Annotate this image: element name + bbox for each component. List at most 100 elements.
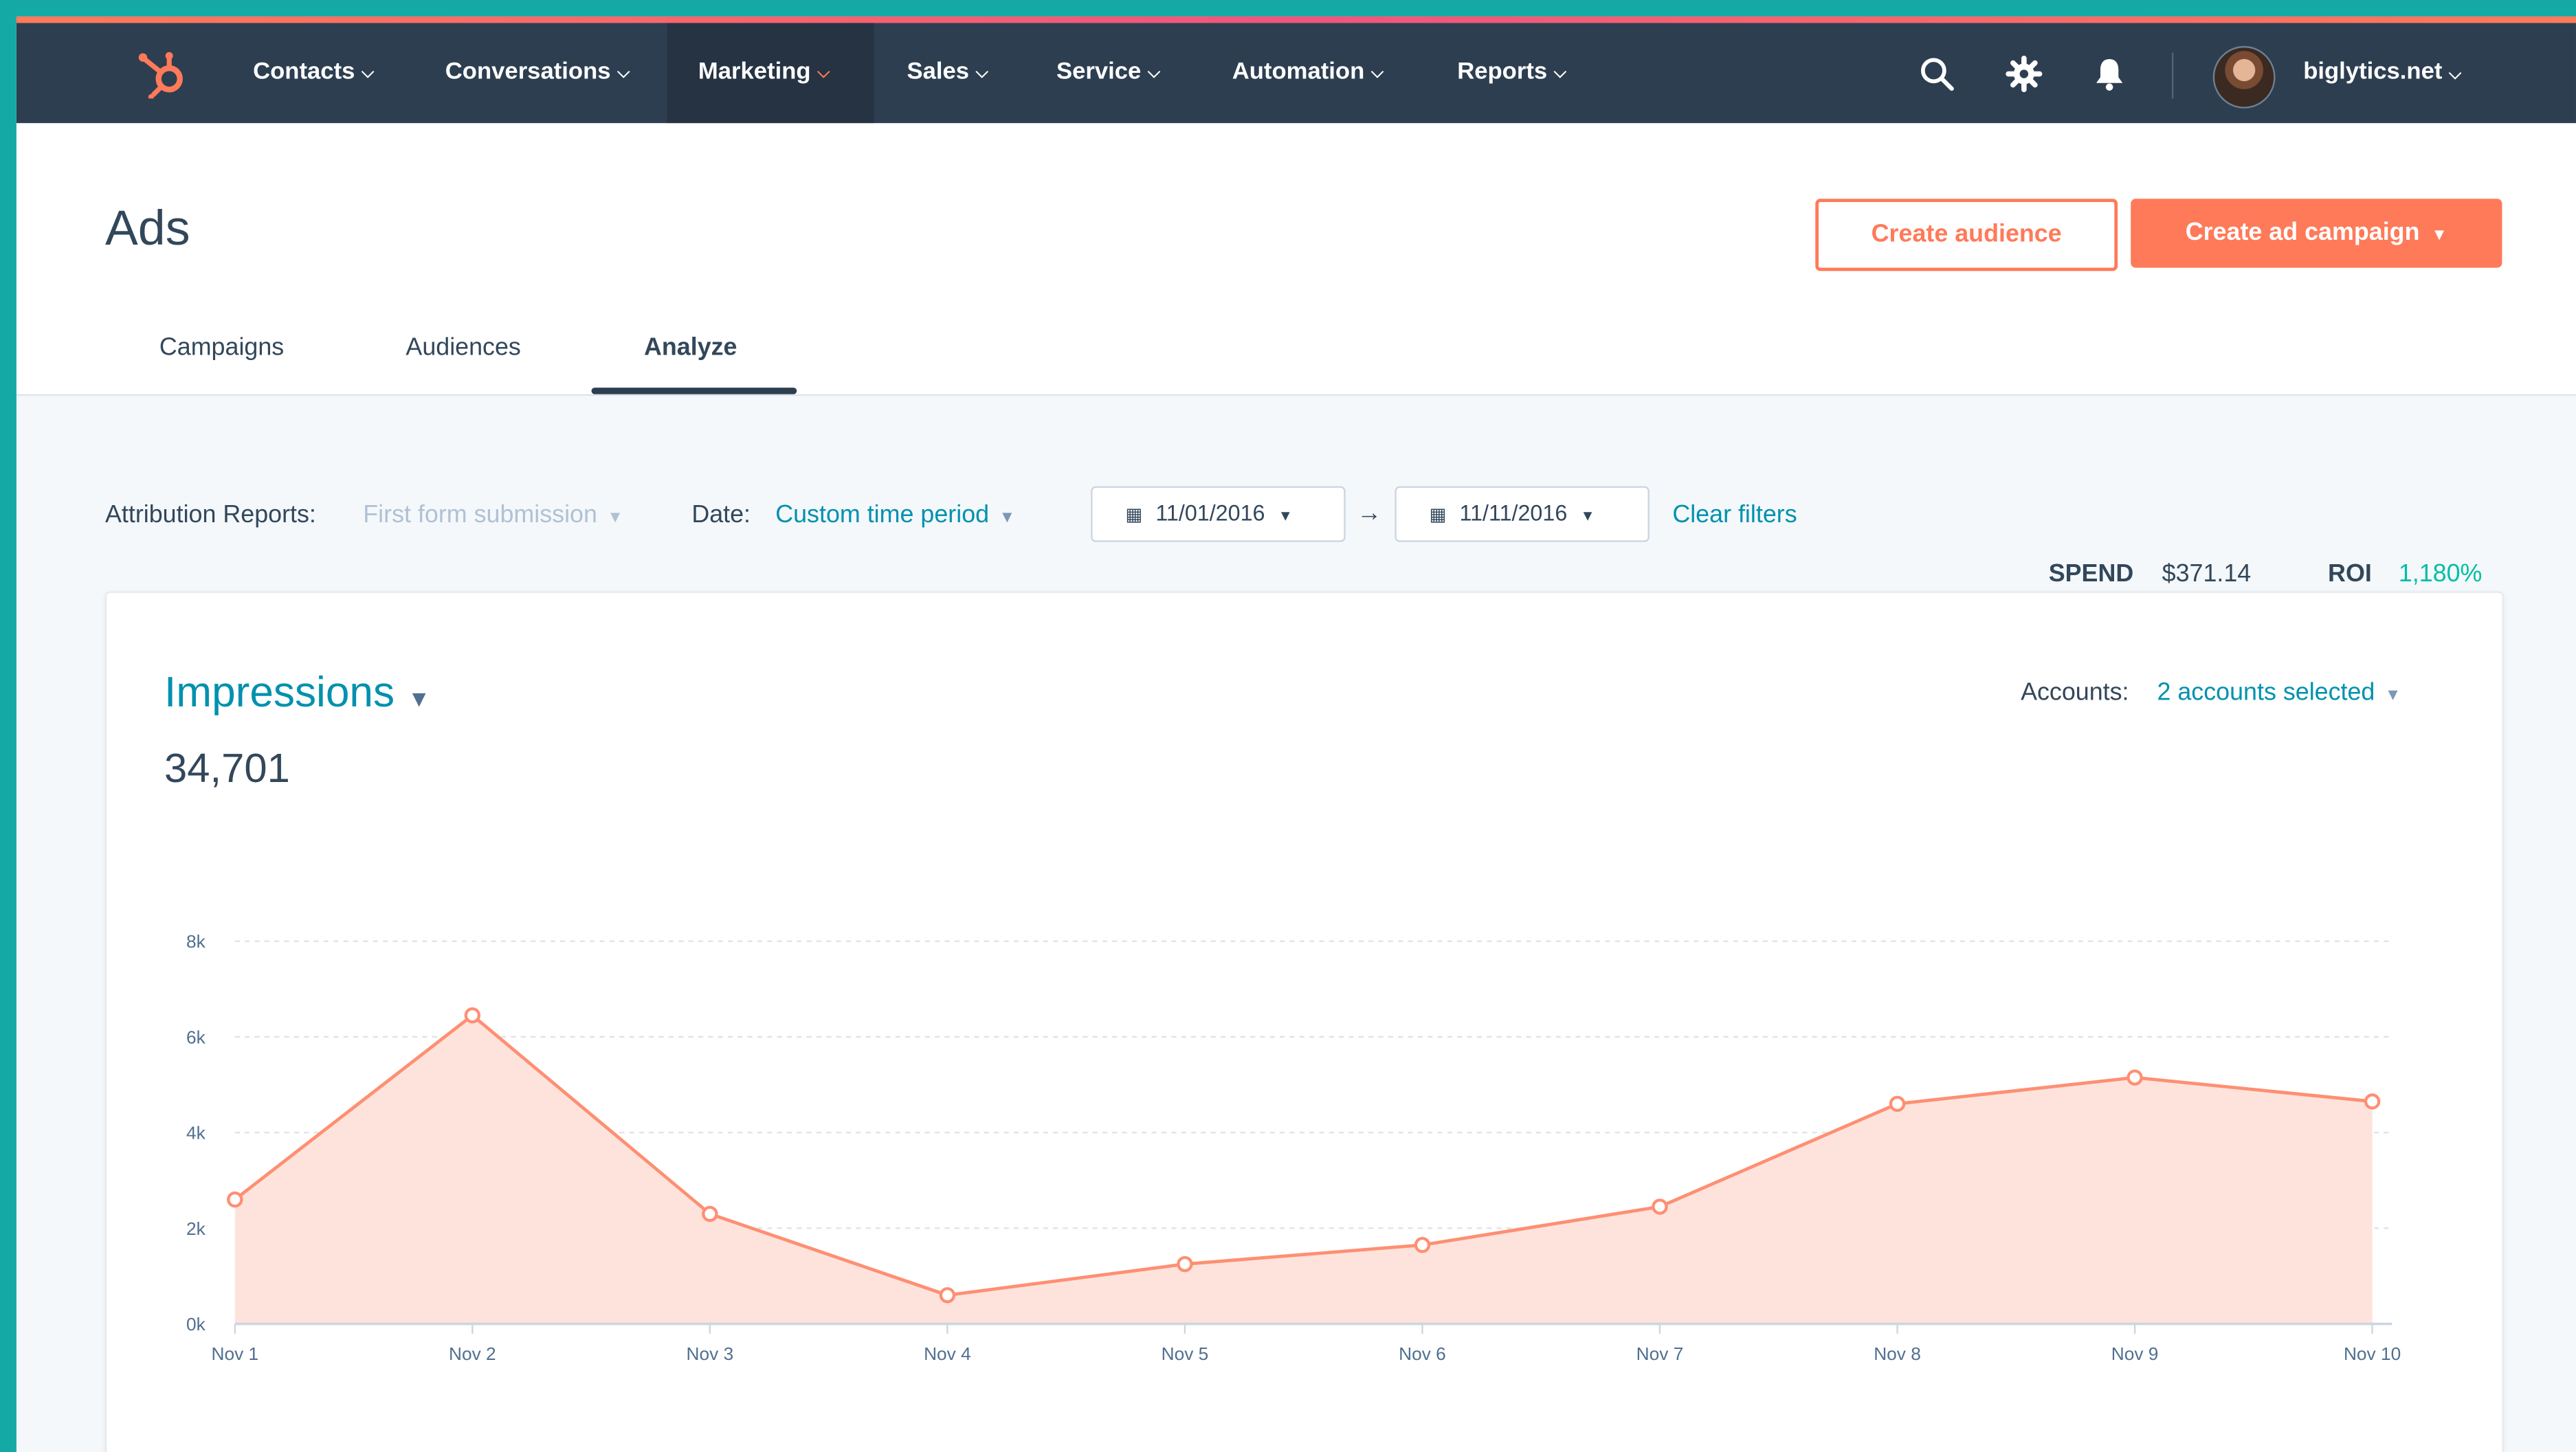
attribution-value: First form submission	[363, 501, 597, 529]
nav-service-label: Service	[1056, 59, 1142, 86]
accounts-label: Accounts:	[2021, 678, 2129, 706]
clear-filters-link[interactable]: Clear filters	[1672, 501, 1797, 529]
accounts-value: 2 accounts selected	[2157, 678, 2375, 706]
data-point	[1652, 1198, 1668, 1215]
nav-service[interactable]: Service ⌵	[1056, 23, 1160, 123]
page-title: Ads	[104, 202, 190, 256]
chevron-down-icon: ⌵	[1553, 64, 1566, 82]
roi-label: ROI	[2328, 560, 2372, 588]
chevron-down-icon: ⌵	[1370, 64, 1384, 82]
chevron-down-icon: ⌵	[817, 64, 830, 82]
caret-down-icon: ▼	[999, 509, 1016, 528]
data-point	[227, 1191, 243, 1208]
account-menu[interactable]: biglytics.net ⌵	[2303, 23, 2461, 123]
x-tick-label: Nov 8	[1874, 1343, 1921, 1364]
chevron-down-icon: ⌵	[361, 64, 375, 82]
y-tick-label: 8k	[186, 931, 206, 952]
date-range-dropdown[interactable]: Custom time period ▼	[775, 501, 1015, 529]
nav-divider	[2171, 52, 2174, 99]
tab-audiences[interactable]: Audiences	[406, 333, 520, 361]
search-icon[interactable]	[1917, 54, 1956, 93]
page-header: Ads Create audience Create ad campaign ▼ …	[16, 123, 2576, 396]
calendar-icon: ▦	[1125, 506, 1143, 526]
nav-automation-label: Automation	[1232, 59, 1365, 86]
roi-value: 1,180%	[2398, 560, 2483, 588]
create-audience-button[interactable]: Create audience	[1815, 199, 2118, 271]
bell-icon[interactable]	[2089, 54, 2129, 93]
data-point	[2364, 1093, 2381, 1110]
caret-down-icon: ▼	[2384, 686, 2401, 705]
nav-conversations-label: Conversations	[445, 59, 611, 86]
data-point	[1889, 1095, 1906, 1113]
calendar-icon: ▦	[1429, 506, 1447, 526]
x-tick-label: Nov 3	[687, 1343, 734, 1364]
avatar[interactable]	[2212, 45, 2276, 109]
impressions-area	[234, 1015, 2373, 1324]
x-tick-label: Nov 6	[1399, 1343, 1446, 1364]
chevron-down-icon: ⌵	[1147, 64, 1161, 82]
data-point	[939, 1287, 956, 1304]
data-point	[1177, 1255, 1193, 1273]
data-point	[702, 1205, 718, 1222]
data-point	[2127, 1069, 2143, 1086]
arrow-right-icon: →	[1357, 499, 1382, 528]
chevron-down-icon: ⌵	[617, 64, 630, 82]
nav-marketing[interactable]: Marketing ⌵	[667, 23, 874, 124]
chevron-down-icon: ⌵	[975, 64, 988, 82]
x-tick-label: Nov 9	[2111, 1343, 2159, 1364]
y-tick-label: 2k	[186, 1218, 206, 1239]
nav-contacts-label: Contacts	[253, 59, 355, 86]
start-date-value: 11/01/2016	[1155, 501, 1265, 526]
app-window: Contacts ⌵ Conversations ⌵ Marketing ⌵ Sale…	[16, 16, 2576, 1452]
x-tick-label: Nov 7	[1636, 1343, 1684, 1364]
nav-reports[interactable]: Reports ⌵	[1457, 23, 1566, 123]
metric-name: Impressions	[164, 667, 395, 717]
impressions-area-chart: 0k 2k 4k 6k 8k Nov 1 Nov 2 Nov 3 Nov 4 Nov 5 Nov 6…	[186, 931, 2401, 1364]
nav-automation[interactable]: Automation ⌵	[1232, 23, 1384, 123]
create-ad-campaign-button[interactable]: Create ad campaign ▼	[2131, 199, 2502, 268]
chevron-down-icon: ⌵	[2449, 65, 2462, 84]
x-tick-label: Nov 10	[2344, 1343, 2401, 1364]
caret-down-icon: ▼	[1580, 507, 1595, 524]
attribution-label: Attribution Reports:	[104, 501, 316, 529]
caret-down-icon: ▼	[2431, 226, 2447, 245]
nav-sales-label: Sales	[907, 59, 970, 86]
x-tick-label: Nov 1	[211, 1343, 258, 1364]
nav-sales[interactable]: Sales ⌵	[907, 23, 988, 123]
caret-down-icon: ▼	[408, 684, 431, 711]
tab-campaigns[interactable]: Campaigns	[159, 333, 284, 361]
data-point	[464, 1007, 481, 1024]
end-date-value: 11/11/2016	[1459, 501, 1568, 526]
attribution-dropdown[interactable]: First form submission ▼	[363, 501, 623, 529]
tab-analyze[interactable]: Analyze	[644, 333, 737, 361]
spend-label: SPEND	[2048, 560, 2134, 588]
caret-down-icon: ▼	[1278, 507, 1293, 524]
hubspot-logo-icon[interactable]	[135, 49, 190, 99]
account-name: biglytics.net	[2303, 59, 2443, 86]
top-accent-bar	[16, 16, 2576, 23]
start-date-picker[interactable]: ▦ 11/01/2016 ▼	[1091, 486, 1346, 542]
date-range-value: Custom time period	[775, 501, 990, 529]
y-tick-label: 0k	[186, 1314, 206, 1334]
filter-bar: Attribution Reports: First form submissi…	[16, 470, 2576, 552]
date-label: Date:	[691, 501, 751, 529]
end-date-picker[interactable]: ▦ 11/11/2016 ▼	[1395, 486, 1650, 542]
report-card: Impressions ▼ 34,701 Accounts: 2 accounts…	[104, 591, 2504, 1452]
data-point	[1414, 1237, 1431, 1253]
spend-value: $371.14	[2162, 560, 2252, 588]
y-tick-label: 4k	[186, 1123, 206, 1143]
nav-contacts[interactable]: Contacts ⌵	[253, 23, 374, 123]
nav-marketing-label: Marketing	[698, 59, 811, 86]
create-ad-campaign-label: Create ad campaign	[2185, 218, 2420, 247]
gear-icon[interactable]	[2004, 54, 2043, 93]
active-tab-indicator	[591, 388, 797, 394]
accounts-dropdown[interactable]: 2 accounts selected ▼	[2157, 678, 2401, 706]
nav-conversations[interactable]: Conversations ⌵	[445, 23, 630, 123]
metric-total: 34,701	[164, 746, 290, 792]
metric-selector[interactable]: Impressions ▼	[164, 667, 430, 717]
nav-reports-label: Reports	[1457, 59, 1548, 86]
x-tick-label: Nov 4	[924, 1343, 971, 1364]
x-tick-label: Nov 5	[1162, 1343, 1209, 1364]
top-navigation: Contacts ⌵ Conversations ⌵ Marketing ⌵ Sale…	[16, 23, 2576, 124]
caret-down-icon: ▼	[607, 509, 623, 528]
